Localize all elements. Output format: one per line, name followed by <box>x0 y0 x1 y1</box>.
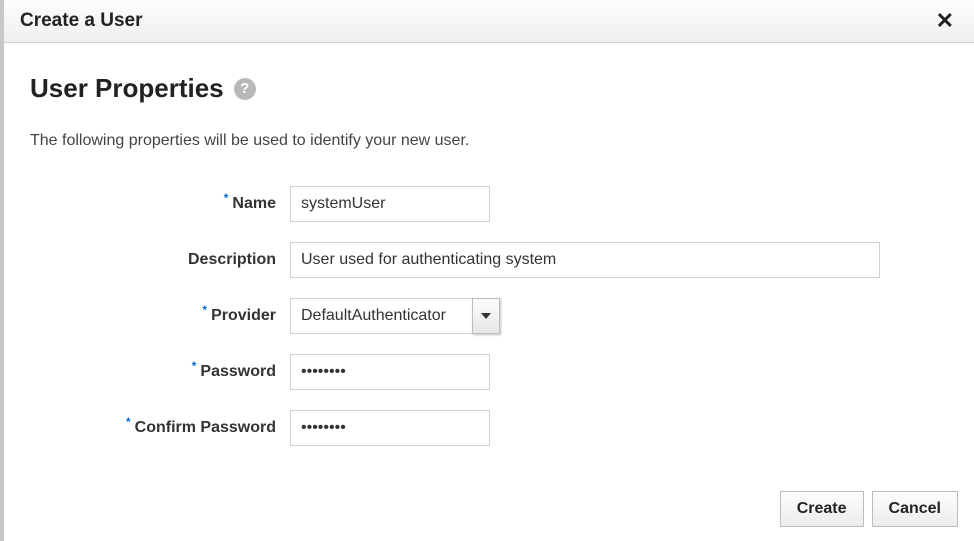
dialog-header: Create a User ✕ <box>4 0 974 43</box>
close-icon: ✕ <box>936 8 954 33</box>
name-input[interactable] <box>290 186 490 222</box>
section-description: The following properties will be used to… <box>30 132 948 150</box>
section-title: User Properties <box>30 73 224 104</box>
description-label: Description <box>188 251 276 269</box>
confirm-password-label: Confirm Password <box>135 419 276 437</box>
close-button[interactable]: ✕ <box>932 10 958 32</box>
provider-dropdown-button[interactable] <box>472 298 500 334</box>
provider-label: Provider <box>211 307 276 325</box>
provider-select[interactable]: DefaultAuthenticator <box>290 298 500 334</box>
password-label: Password <box>200 363 276 381</box>
row-password: * Password <box>30 354 948 390</box>
dialog-body: User Properties ? The following properti… <box>4 43 974 464</box>
description-input[interactable] <box>290 242 880 278</box>
row-name: * Name <box>30 186 948 222</box>
help-symbol: ? <box>240 80 249 97</box>
chevron-down-icon <box>481 313 491 319</box>
dialog-title: Create a User <box>20 10 143 32</box>
provider-value: DefaultAuthenticator <box>290 298 472 334</box>
password-label-cell: * Password <box>30 363 290 381</box>
create-user-dialog: Create a User ✕ User Properties ? The fo… <box>0 0 974 541</box>
row-confirm-password: * Confirm Password <box>30 410 948 446</box>
confirm-password-label-cell: * Confirm Password <box>30 419 290 437</box>
section-heading: User Properties ? <box>30 73 948 104</box>
row-description: Description <box>30 242 948 278</box>
description-label-cell: Description <box>30 251 290 269</box>
password-input[interactable] <box>290 354 490 390</box>
help-icon[interactable]: ? <box>234 78 256 100</box>
confirm-password-input[interactable] <box>290 410 490 446</box>
row-provider: * Provider DefaultAuthenticator <box>30 298 948 334</box>
dialog-footer: Create Cancel <box>780 491 958 527</box>
create-button[interactable]: Create <box>780 491 864 527</box>
required-marker: * <box>224 192 229 204</box>
required-marker: * <box>192 360 197 372</box>
cancel-button[interactable]: Cancel <box>872 491 958 527</box>
required-marker: * <box>202 304 207 316</box>
user-form: * Name Description * Provider <box>30 186 948 446</box>
required-marker: * <box>126 416 131 428</box>
name-label: Name <box>232 195 276 213</box>
name-label-cell: * Name <box>30 195 290 213</box>
provider-label-cell: * Provider <box>30 307 290 325</box>
